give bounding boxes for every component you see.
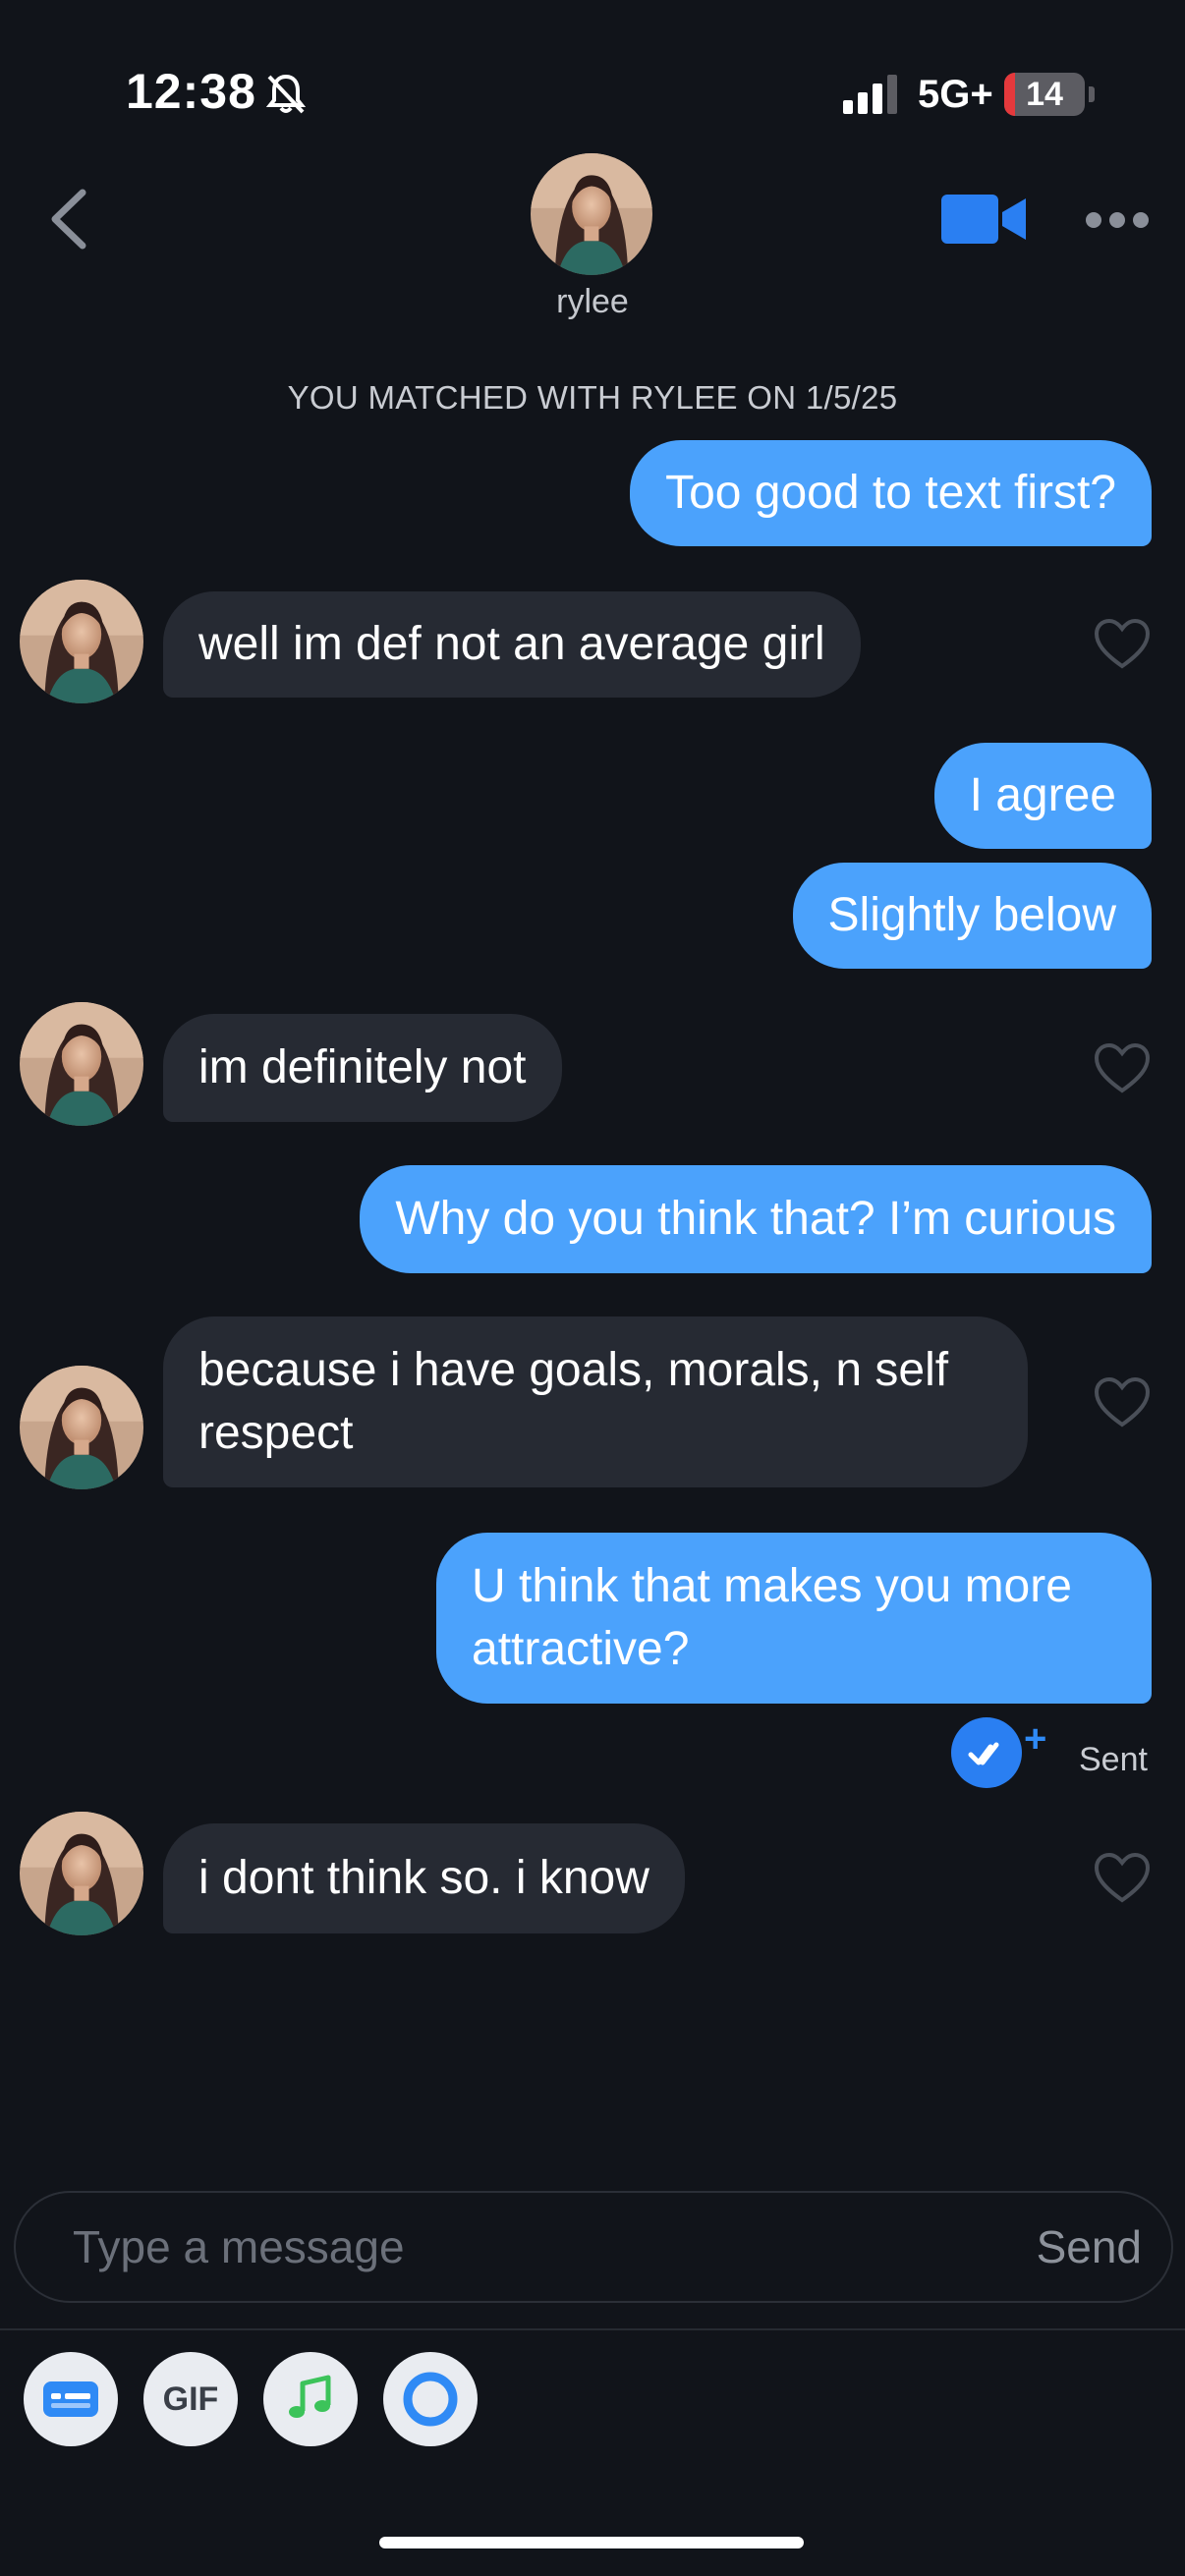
message-incoming[interactable]: well im def not an average girl — [163, 591, 861, 698]
gif-icon: GIF — [162, 2380, 219, 2418]
match-name[interactable]: rylee — [0, 283, 1185, 321]
sent-status: Sent — [1079, 1741, 1148, 1778]
composer-divider — [0, 2328, 1185, 2330]
card-button[interactable] — [24, 2352, 118, 2446]
message-outgoing[interactable]: Slightly below — [792, 863, 1152, 969]
battery-nub — [1089, 86, 1095, 102]
heart-like-icon[interactable] — [1093, 617, 1152, 672]
read-receipt-plus[interactable]: + — [1024, 1719, 1046, 1759]
message-incoming[interactable]: im definitely not — [163, 1014, 562, 1122]
circle-icon — [403, 2372, 458, 2427]
message-incoming[interactable]: because i have goals, morals, n self res… — [163, 1316, 1028, 1487]
home-indicator[interactable] — [379, 2537, 804, 2548]
music-button[interactable] — [263, 2352, 358, 2446]
video-call-icon[interactable] — [941, 193, 1028, 246]
sender-avatar[interactable] — [20, 1366, 143, 1489]
gif-button[interactable]: GIF — [143, 2352, 238, 2446]
message-outgoing[interactable]: I agree — [933, 743, 1152, 849]
heart-like-icon[interactable] — [1093, 1041, 1152, 1096]
music-icon — [289, 2375, 331, 2418]
card-icon — [43, 2381, 98, 2417]
heart-like-icon[interactable] — [1093, 1375, 1152, 1430]
read-receipt-icon — [951, 1717, 1022, 1788]
double-check-icon — [968, 1742, 999, 1765]
bell-muted-icon — [265, 74, 307, 114]
circle-button[interactable] — [383, 2352, 478, 2446]
battery-percent: 14 — [1026, 76, 1063, 113]
network-type: 5G+ — [918, 73, 993, 116]
more-options-icon[interactable] — [1085, 202, 1150, 238]
sender-avatar[interactable] — [20, 1812, 143, 1935]
message-incoming[interactable]: i dont think so. i know — [163, 1823, 685, 1933]
sender-avatar[interactable] — [20, 1002, 143, 1126]
send-button[interactable]: Send — [1037, 2193, 1142, 2301]
message-composer: Send — [14, 2191, 1173, 2303]
back-chevron-icon[interactable] — [39, 185, 98, 253]
message-input[interactable] — [73, 2193, 957, 2301]
message-outgoing[interactable]: U think that makes you more attractive? — [436, 1533, 1152, 1704]
battery-icon: 14 — [1004, 73, 1085, 116]
header-avatar[interactable] — [531, 153, 652, 275]
status-time: 12:38 — [126, 64, 256, 119]
message-outgoing[interactable]: Too good to text first? — [630, 440, 1152, 546]
sender-avatar[interactable] — [20, 580, 143, 703]
signal-bars-icon — [843, 75, 897, 114]
heart-like-icon[interactable] — [1093, 1851, 1152, 1906]
message-outgoing[interactable]: Why do you think that? I’m curious — [360, 1165, 1152, 1273]
match-banner: YOU MATCHED WITH RYLEE ON 1/5/25 — [287, 379, 898, 416]
